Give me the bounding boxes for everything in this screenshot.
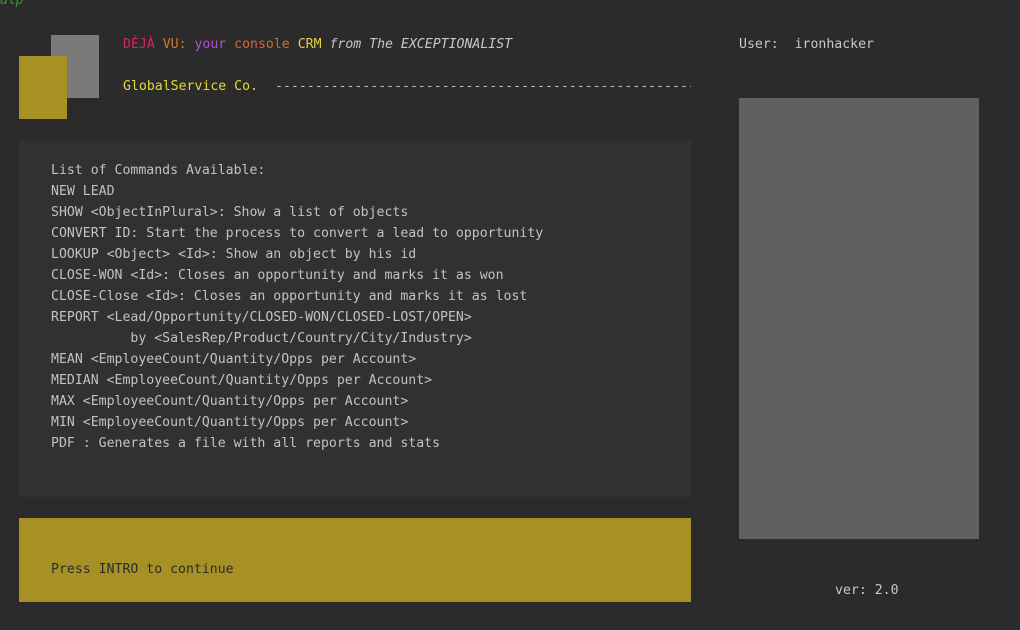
command-item: REPORT <Lead/Opportunity/CLOSED-WON/CLOS… — [51, 310, 472, 325]
version-label: ver: 2.0 — [835, 583, 899, 598]
title-segment: CRM — [289, 37, 322, 52]
command-item: CLOSE-WON <Id>: Closes an opportunity an… — [51, 268, 504, 283]
title-segment: VU: — [154, 37, 187, 52]
command-item: SHOW <ObjectInPlural>: Show a list of ob… — [51, 205, 409, 220]
command-item: LOOKUP <Object> <Id>: Show an object by … — [51, 247, 417, 262]
command-item: NEW LEAD — [51, 184, 115, 199]
user-label: User: — [739, 37, 779, 52]
title-segment: DÉJÀ — [123, 37, 155, 52]
title-segment: your — [186, 37, 227, 52]
command-item: PDF : Generates a file with all reports … — [51, 436, 441, 451]
continue-prompt-bar[interactable]: Press INTRO to continue — [19, 518, 691, 602]
command-item: CONVERT ID: Start the process to convert… — [51, 226, 544, 241]
header-divider: ----------------------------------------… — [275, 79, 691, 94]
user-info: User: ironhacker — [739, 37, 874, 53]
commands-heading: List of Commands Available: — [51, 163, 266, 178]
command-item: MAX <EmployeeCount/Quantity/Opps per Acc… — [51, 394, 409, 409]
command-item: MEAN <EmployeeCount/Quantity/Opps per Ac… — [51, 352, 417, 367]
app-title: DÉJÀ VU: your console CRM from The EXCEP… — [123, 37, 512, 53]
command-item: MIN <EmployeeCount/Quantity/Opps per Acc… — [51, 415, 409, 430]
title-segment: The EXCEPTIONALIST — [361, 37, 513, 52]
continue-prompt-text: Press INTRO to continue — [51, 562, 234, 577]
command-item: by <SalesRep/Product/Country/City/Indust… — [51, 331, 472, 346]
logo-front-square — [19, 56, 67, 119]
title-segment: console — [226, 37, 290, 52]
command-item: MEDIAN <EmployeeCount/Quantity/Opps per … — [51, 373, 433, 388]
command-item: CLOSE-Close <Id>: Closes an opportunity … — [51, 289, 528, 304]
side-panel — [739, 98, 979, 539]
top-cut-text: alp — [0, 0, 24, 8]
title-segment: from — [321, 37, 362, 52]
user-name: ironhacker — [794, 37, 874, 52]
commands-list: List of Commands Available: NEW LEAD SHOW… — [51, 163, 543, 457]
commands-panel: List of Commands Available: NEW LEAD SHOW… — [19, 140, 691, 497]
company-name: GlobalService Co. — [123, 79, 258, 94]
